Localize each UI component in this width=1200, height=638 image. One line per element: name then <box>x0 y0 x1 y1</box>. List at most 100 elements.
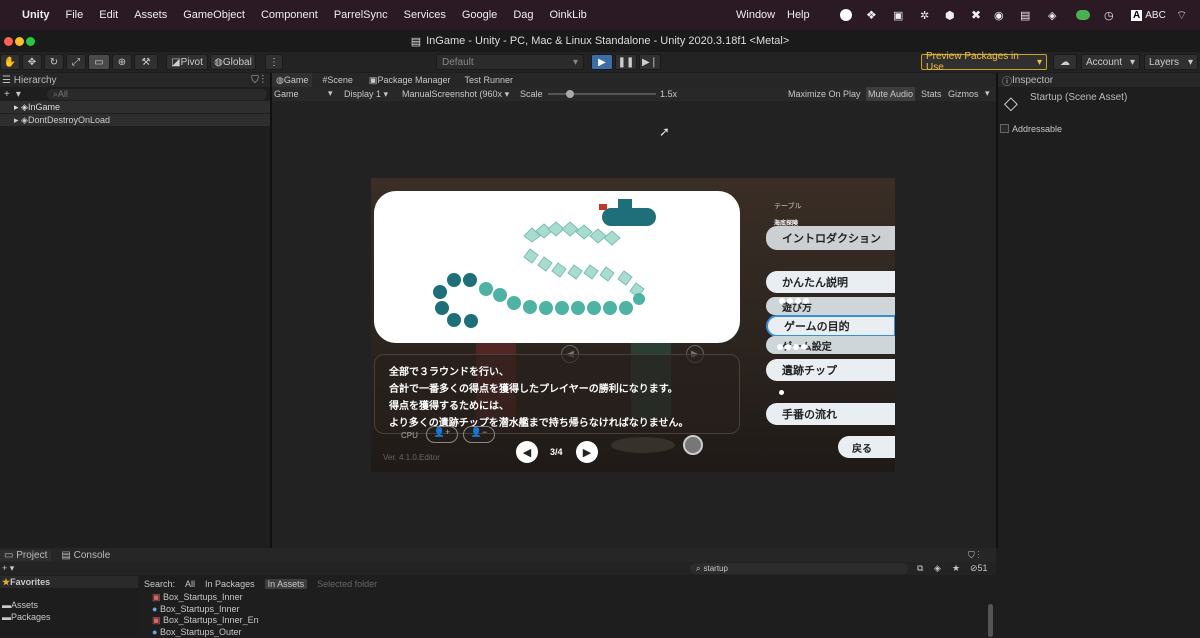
label-icon[interactable]: ◈ <box>934 563 941 574</box>
menu-parrelsync[interactable]: ParrelSync <box>334 9 388 21</box>
minimize-icon[interactable] <box>15 37 24 46</box>
menu-app-name[interactable]: Unity <box>22 9 50 21</box>
menu-objective-button[interactable]: ゲームの目的 <box>766 315 895 337</box>
vertical-scrollbar[interactable] <box>988 604 993 637</box>
shield-icon[interactable]: ◈ <box>1048 0 1056 30</box>
hand-tool-icon[interactable]: ✋ <box>0 54 20 70</box>
play-button[interactable]: ▶ <box>591 54 613 70</box>
menu-oinklib[interactable]: OinkLib <box>550 9 587 21</box>
line-icon[interactable] <box>1076 10 1090 20</box>
custom-tool-icon[interactable]: ⚒ <box>134 54 158 70</box>
list-item[interactable]: ▣ Box_Startups_Inner <box>152 592 259 604</box>
clock-icon[interactable]: ◷ <box>1104 0 1114 30</box>
addressable-checkbox[interactable] <box>1000 124 1009 133</box>
wifi-icon[interactable]: ◉ <box>994 0 1004 30</box>
menu-turn-flow-button[interactable]: 手番の流れ <box>766 403 895 425</box>
wifi-status-icon[interactable]: ⌔ <box>1176 0 1187 30</box>
scope-selected-folder[interactable]: Selected folder <box>317 579 377 589</box>
gear-icon[interactable]: ✲ <box>920 0 929 30</box>
hierarchy-item[interactable]: ▸ ◈ DontDestroyOnLoad <box>0 114 270 126</box>
screen-icon[interactable]: ▣ <box>893 0 903 30</box>
chevron-down-icon[interactable]: ▾ <box>985 88 990 99</box>
filter-icon[interactable]: ⧉ <box>917 563 923 574</box>
pause-button[interactable]: ❚❚ <box>615 54 637 70</box>
add-cpu-button[interactable]: 👤+ <box>426 426 458 443</box>
favorites-item[interactable]: ★ Favorites <box>0 576 138 588</box>
scale-slider-thumb[interactable] <box>566 90 574 98</box>
zoom-icon[interactable] <box>26 37 35 46</box>
scope-in-packages[interactable]: In Packages <box>205 579 255 589</box>
stats-toggle[interactable]: Stats <box>921 89 942 99</box>
inspector-title[interactable]: Inspector <box>1012 75 1053 86</box>
gizmos-toggle[interactable]: Gizmos <box>948 89 979 99</box>
hidden-count[interactable]: ⊘51 <box>970 563 988 574</box>
add-button[interactable]: + <box>4 89 10 100</box>
pivot-button[interactable]: ◪Pivot <box>166 54 208 70</box>
tree-item-packages[interactable]: ▬ Packages <box>0 611 138 623</box>
preview-packages-button[interactable]: Preview Packages in Use▾ <box>921 54 1047 70</box>
menu-component[interactable]: Component <box>261 9 318 21</box>
prev-page-button[interactable]: ◀ <box>516 441 538 463</box>
tab-test-runner[interactable]: Test Runner <box>456 73 521 87</box>
menu-quick-guide-button[interactable]: かんたん説明 <box>766 271 895 293</box>
mute-audio-toggle[interactable]: Mute Audio <box>866 87 915 101</box>
transform-tool-icon[interactable]: ⊕ <box>112 54 132 70</box>
close-icon[interactable] <box>4 37 13 46</box>
cloud-icon[interactable]: ☁ <box>1053 54 1077 70</box>
rotate-tool-icon[interactable]: ↻ <box>44 54 64 70</box>
scope-all[interactable]: All <box>185 579 195 589</box>
list-item[interactable]: ● Box_Startups_Outer <box>152 627 259 638</box>
global-button[interactable]: ◍Global <box>210 54 256 70</box>
calendar-icon[interactable]: ▤ <box>1020 0 1030 30</box>
menu-help[interactable]: Help <box>787 0 810 30</box>
move-tool-icon[interactable]: ✥ <box>22 54 42 70</box>
tab-console[interactable]: ▤ Console <box>51 550 120 561</box>
tab-game[interactable]: ◍ Game <box>272 73 312 87</box>
step-button[interactable]: ▶❘ <box>639 54 661 70</box>
tools-icon[interactable]: ✖ <box>971 0 981 30</box>
tree-item-assets[interactable]: ▬ Assets <box>0 599 138 611</box>
back-button[interactable]: 戻る <box>838 436 895 458</box>
list-item[interactable]: ● Box_Startups_Inner <box>152 604 259 616</box>
cube-icon[interactable]: ⬢ <box>945 0 955 30</box>
tab-package-manager[interactable]: ▣ Package Manager <box>363 73 457 87</box>
menu-services[interactable]: Services <box>404 9 446 21</box>
menu-file[interactable]: File <box>66 9 84 21</box>
display-dropdown[interactable]: Display 1 ▾ <box>344 89 388 100</box>
resolution-dropdown[interactable]: ManualScreenshot (960x ▾ <box>402 89 509 100</box>
maximize-on-play-toggle[interactable]: Maximize On Play <box>788 89 861 99</box>
project-search-input[interactable]: ⌕startup <box>690 563 908 574</box>
remove-cpu-button[interactable]: 👤− <box>463 426 495 443</box>
input-source[interactable]: AABC <box>1131 0 1166 30</box>
menu-relic-chip-button[interactable]: 遺跡チップ <box>766 359 895 381</box>
lock-icon[interactable]: ⛉ ⋮ <box>968 550 980 561</box>
scale-slider[interactable] <box>548 93 656 95</box>
menu-google[interactable]: Google <box>462 9 497 21</box>
layout-dropdown[interactable]: Default▾ <box>436 54 584 70</box>
scale-tool-icon[interactable]: ⤢ <box>66 54 86 70</box>
dropbox-icon[interactable]: ❖ <box>866 0 877 30</box>
menu-gameobject[interactable]: GameObject <box>183 9 245 21</box>
next-page-button[interactable]: ▶ <box>576 441 598 463</box>
layers-dropdown[interactable]: Layers▾ <box>1144 54 1198 70</box>
tab-project[interactable]: ▭ Project <box>0 550 51 561</box>
account-dropdown[interactable]: Account▾ <box>1081 54 1140 70</box>
game-screen[interactable]: ◀ ▶ 全部で３ラウンドを行い、 合計で一番多くの得点を獲得したプレイヤーの勝利… <box>371 178 895 472</box>
chevron-down-icon[interactable]: ▾ <box>16 89 21 100</box>
hierarchy-item[interactable]: ▸ ◈ InGame <box>0 101 270 113</box>
menu-assets[interactable]: Assets <box>134 9 167 21</box>
menu-intro-button[interactable]: イントロダクション <box>766 226 895 250</box>
hierarchy-search-input[interactable]: ⌕ All <box>47 89 267 100</box>
game-view-dropdown[interactable]: Game <box>274 89 299 99</box>
lock-icon[interactable]: ⛉ ⋮ <box>251 75 264 86</box>
chevron-down-icon[interactable]: ▾ <box>328 88 333 99</box>
project-add-button[interactable]: + ▾ <box>2 563 14 574</box>
hierarchy-title[interactable]: Hierarchy <box>14 75 57 86</box>
star-icon[interactable]: ★ <box>952 563 960 574</box>
rect-tool-icon[interactable]: ▭ <box>88 54 110 70</box>
menu-edit[interactable]: Edit <box>99 9 118 21</box>
record-icon[interactable] <box>840 9 852 21</box>
menu-dag[interactable]: Dag <box>513 9 533 21</box>
list-item[interactable]: ▣ Box_Startups_Inner_En <box>152 615 259 627</box>
tab-scene[interactable]: # Scene <box>312 73 363 87</box>
